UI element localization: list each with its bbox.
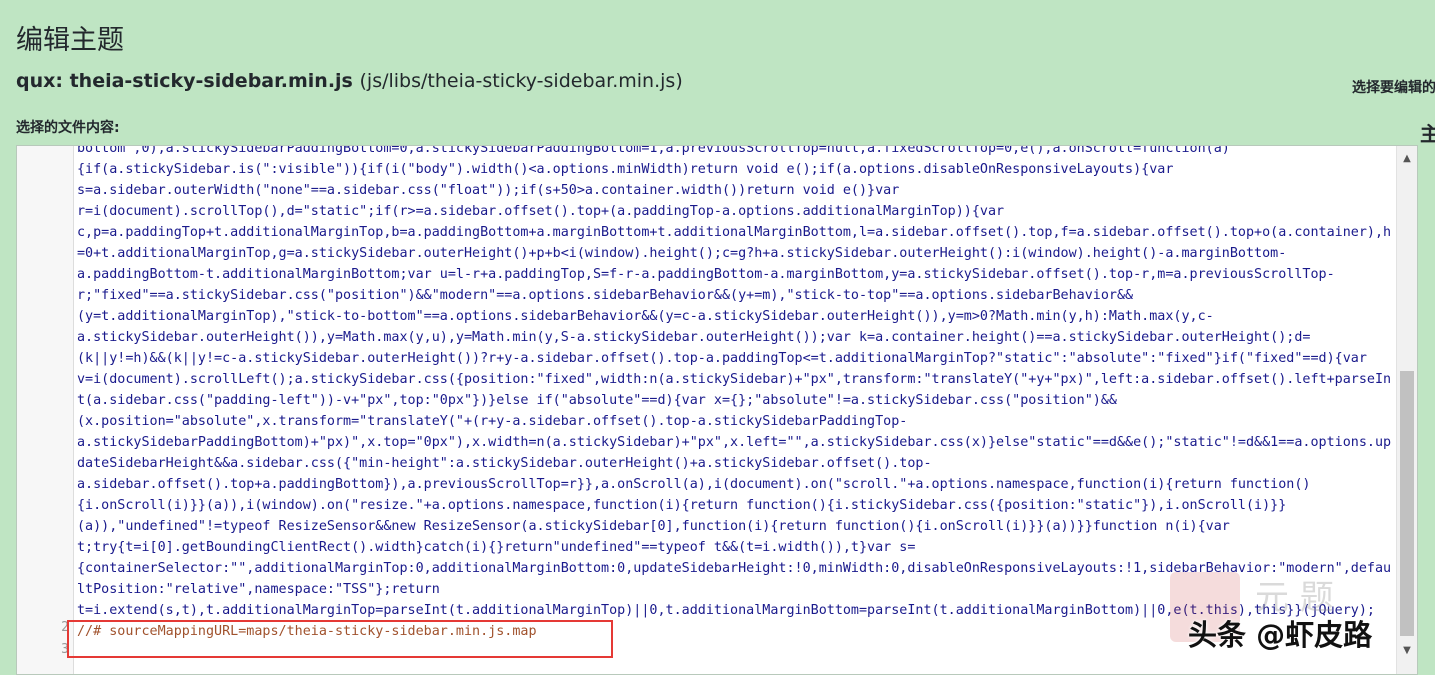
code-line: c,p=a.paddingTop+t.additionalMarginTop,b… — [77, 225, 1392, 240]
code-line: (a)),"undefined"!=typeof ResizeSensor&&n… — [77, 519, 1230, 534]
scrollbar-thumb[interactable] — [1400, 371, 1414, 636]
file-heading-theme: qux: theia-sticky-sidebar.min.js — [16, 70, 353, 92]
code-line: t(a.sidebar.css("padding-left"))-v+"px",… — [77, 393, 1117, 408]
select-file-label: 选择要编辑的 — [1352, 80, 1435, 96]
code-line: a.sidebar.offset().top+a.paddingBottom})… — [77, 477, 1311, 492]
code-line: a.paddingBottom-t.additionalMarginBottom… — [77, 267, 1335, 282]
code-line: s=a.sidebar.outerWidth("none"==a.sidebar… — [77, 183, 900, 198]
file-heading-path: (js/libs/theia-sticky-sidebar.min.js) — [359, 70, 683, 92]
code-content[interactable]: bottom",0),a.stickySidebarPaddingBottom=… — [77, 145, 1399, 642]
code-line: (k||y!=h)&&(k||y!=c-a.stickySidebar.oute… — [77, 351, 1367, 366]
code-line: dateSidebarHeight&&a.sidebar.css({"min-h… — [77, 456, 932, 471]
code-line: {if(a.stickySidebar.is(":visible")){if(i… — [77, 162, 1174, 177]
code-line: a.stickySidebar.outerHeight()),y=Math.ma… — [77, 330, 1311, 345]
code-line: v=i(document).scrollLeft();a.stickySideb… — [77, 372, 1392, 387]
code-line: (x.position="absolute",x.transform="tran… — [77, 414, 908, 429]
line-number-gutter: 2 3 — [17, 146, 74, 674]
code-line: bottom",0),a.stickySidebarPaddingBottom=… — [77, 145, 1230, 156]
editor-scrollbar[interactable]: ▲ ▼ — [1396, 146, 1417, 674]
watermark: 头条 @虾皮路 — [1188, 618, 1373, 652]
code-line: t;try{t=i[0].getBoundingClientRect().wid… — [77, 540, 916, 555]
triangle-down-icon[interactable]: ▼ — [1397, 642, 1417, 660]
code-line: {i.onScroll(i)}}(a)),i(window).on("resiz… — [77, 498, 1287, 513]
code-line: r;"fixed"==a.stickySidebar.css("position… — [77, 288, 1134, 303]
code-line: r=i(document).scrollTop(),d="static";if(… — [77, 204, 1005, 219]
code-line: =0+t.additionalMarginTop,g=a.stickySideb… — [77, 246, 1287, 261]
selected-file-content-label: 选择的文件内容: — [16, 120, 120, 136]
code-line: (y=t.additionalMarginTop),"stick-to-bott… — [77, 309, 1214, 324]
file-heading: qux: theia-sticky-sidebar.min.js (js/lib… — [16, 70, 683, 92]
highlight-box — [67, 620, 613, 658]
triangle-up-icon[interactable]: ▲ — [1397, 150, 1417, 168]
side-heading: 主 — [1420, 122, 1435, 146]
code-line: a.stickySidebarPaddingBottom)+"px)",x.to… — [77, 435, 1392, 450]
page-title: 编辑主题 — [16, 25, 124, 56]
